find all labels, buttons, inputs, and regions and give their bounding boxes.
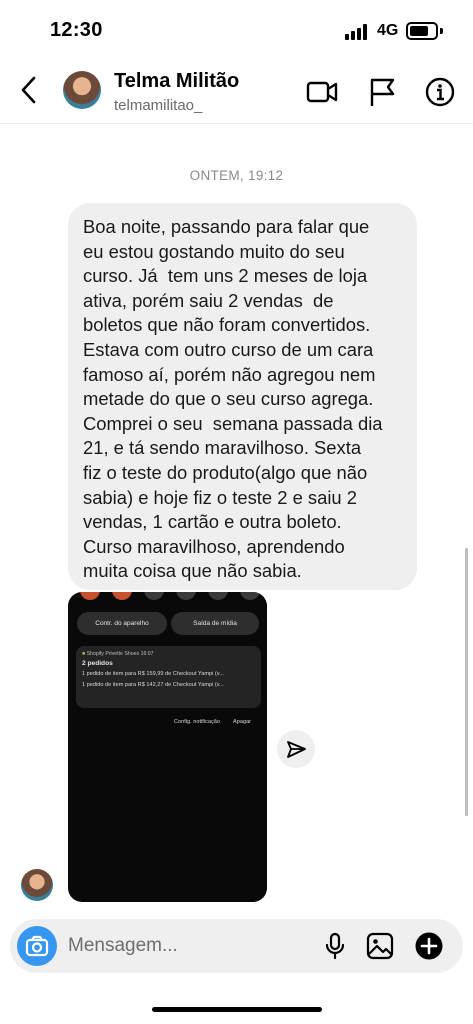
camera-icon[interactable]	[17, 926, 57, 966]
notification-app-row: ■ Shopify Privette Shoes 16:07	[82, 651, 255, 657]
message-line: Estava com outro curso de um cara	[83, 338, 374, 360]
sender-avatar[interactable]	[21, 869, 53, 901]
message-line: sabia) e hoje fiz o teste 2 e saiu 2	[83, 486, 357, 508]
device-control-pill: Contr. do aparelho	[77, 612, 167, 635]
battery-level	[410, 26, 428, 36]
quick-toggle-icon	[240, 592, 260, 600]
notification-title: 2 pedidos	[82, 660, 113, 667]
scrollbar[interactable]	[465, 548, 468, 816]
message-bubble[interactable]: Boa noite, passando para falar que eu es…	[68, 203, 417, 590]
quick-toggle-icon	[208, 592, 228, 600]
quick-toggle-icon	[176, 592, 196, 600]
quick-toggle-icon	[80, 592, 100, 600]
back-chevron-icon[interactable]	[14, 72, 44, 108]
notification-line: 1 pedido de item para R$ 159,99 de Check…	[82, 671, 224, 677]
message-line: ativa, porém saiu 2 vendas de	[83, 289, 334, 311]
notification-time: 16:07	[140, 651, 154, 657]
signal-icon	[345, 24, 370, 40]
message-line: Curso maravilhoso, aprendendo	[83, 535, 345, 557]
status-bar: 12:30 4G	[0, 0, 473, 56]
contact-username[interactable]: telmamilitao_	[114, 97, 202, 114]
notification-app: Shopify	[86, 651, 104, 657]
add-icon[interactable]	[414, 931, 444, 961]
shared-screenshot[interactable]: Contr. do aparelho Saída de mídia ■ Shop…	[68, 592, 267, 902]
message-line: fiz o teste do produto(algo que não	[83, 461, 368, 483]
share-icon[interactable]	[277, 730, 315, 768]
shopify-icon: ■	[82, 651, 86, 657]
message-line: curso. Já tem uns 2 meses de loja	[83, 265, 368, 287]
quick-toggle-icon	[144, 592, 164, 600]
chat-header: Telma Militão telmamilitao_	[0, 56, 473, 124]
message-composer	[10, 919, 463, 973]
date-separator: ONTEM, 19:12	[189, 168, 284, 183]
media-output-pill: Saída de mídia	[171, 612, 259, 635]
message-line: eu estou gostando muito do seu	[83, 240, 345, 262]
info-icon[interactable]	[424, 76, 456, 108]
contact-avatar[interactable]	[63, 71, 101, 109]
video-call-icon[interactable]	[306, 76, 338, 108]
message-line: metade do que o seu curso agrega.	[83, 388, 374, 410]
message-line: vendas, 1 cartão e outra boleto.	[83, 511, 342, 533]
message-line: 21, e tá sendo maravilhoso. Sexta	[83, 437, 362, 459]
network-type: 4G	[377, 22, 399, 39]
notification-store: Privette Shoes	[105, 651, 140, 657]
flag-icon[interactable]	[367, 76, 399, 108]
quick-settings-row	[78, 592, 260, 600]
contact-name[interactable]: Telma Militão	[114, 70, 239, 93]
microphone-icon[interactable]	[320, 931, 350, 961]
gallery-icon[interactable]	[365, 931, 395, 961]
shopify-notification: ■ Shopify Privette Shoes 16:07 2 pedidos…	[76, 646, 261, 708]
message-input[interactable]	[68, 931, 298, 961]
message-line: Boa noite, passando para falar que	[83, 216, 370, 237]
status-time: 12:30	[50, 19, 103, 41]
message-line: Comprei o seu semana passada dia	[83, 412, 383, 434]
message-line: boletos que não foram convertidos.	[83, 314, 371, 336]
notification-line: 1 pedido de item para R$ 142,27 de Check…	[82, 682, 224, 688]
battery-icon	[406, 22, 438, 40]
clear-label: Apagar	[233, 719, 252, 725]
message-line: muita coisa que não sabia.	[83, 560, 302, 582]
notification-settings-label: Config. notificação	[174, 719, 221, 725]
home-indicator[interactable]	[152, 1007, 322, 1012]
battery-tip	[440, 28, 443, 34]
message-line: famoso aí, porém não agregou nem	[83, 363, 376, 385]
quick-toggle-icon	[112, 592, 132, 600]
